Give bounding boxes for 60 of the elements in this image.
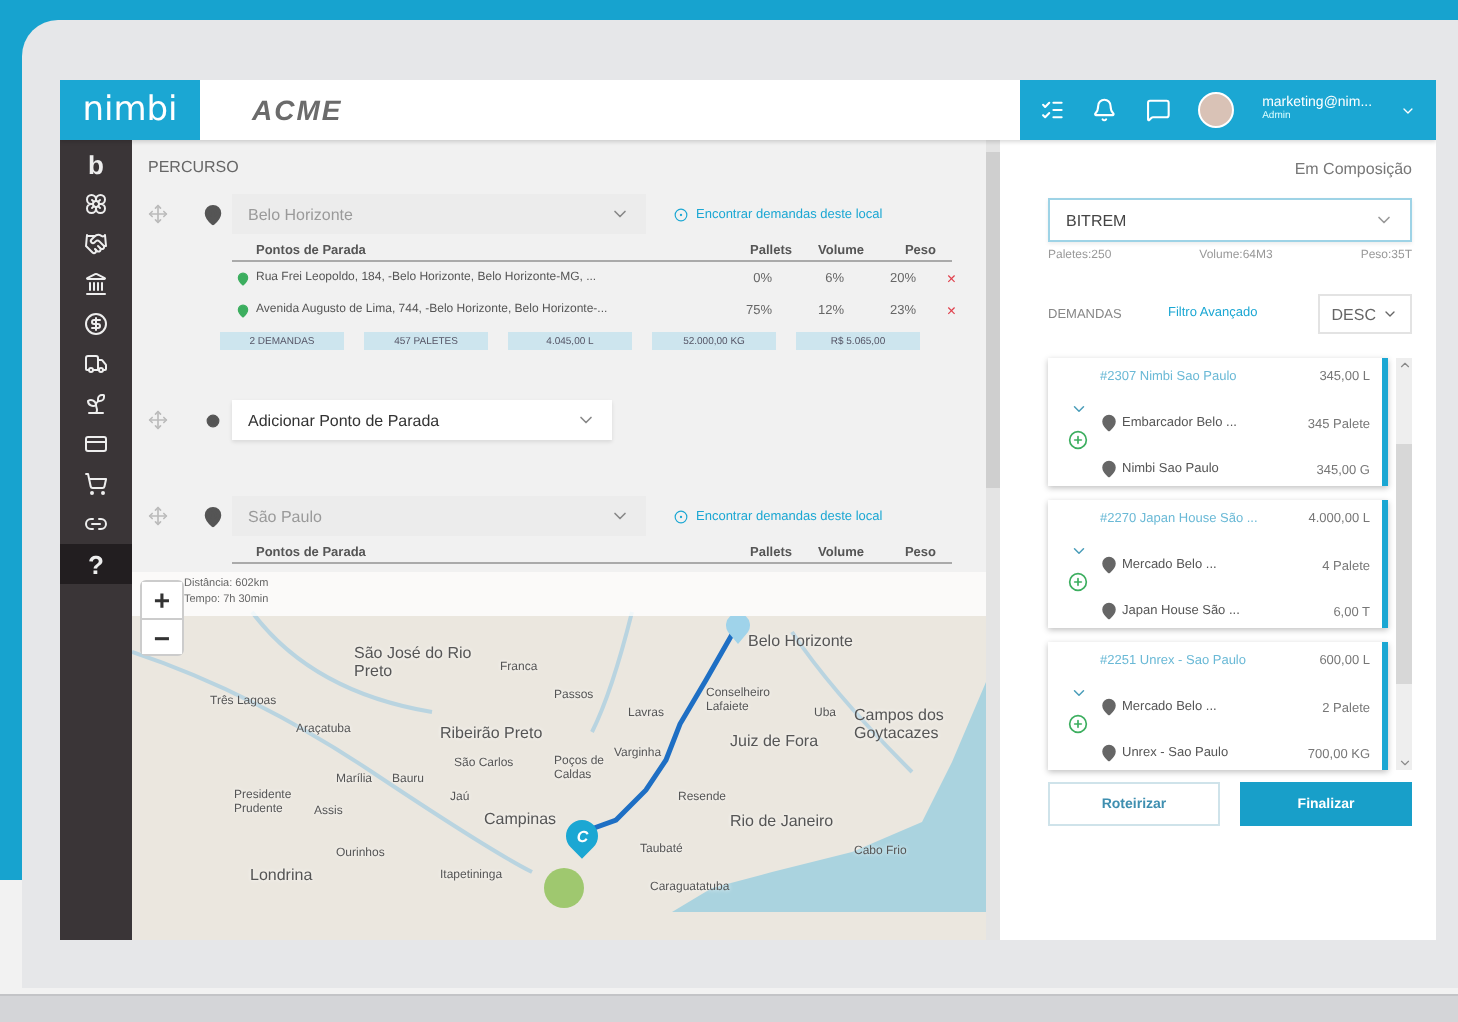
chevron-down-icon [1382, 306, 1398, 322]
map-place-label: Campos dos Goytacazes [854, 706, 946, 743]
avatar[interactable] [1198, 92, 1235, 128]
add-circle-icon[interactable] [1068, 713, 1088, 733]
remove-button[interactable]: × [916, 269, 956, 287]
status-label: Em Composição [1294, 160, 1412, 178]
zoom-out-button[interactable]: − [142, 618, 182, 654]
scrollbar[interactable] [1396, 358, 1412, 770]
map-pin-icon [1100, 697, 1118, 715]
map-pin-icon [1100, 602, 1118, 620]
map-pin-icon [236, 271, 250, 285]
map-place-label: Londrina [250, 866, 313, 885]
drag-handle-icon[interactable] [148, 204, 168, 224]
map-pin-icon [1100, 744, 1118, 762]
dollar-icon [84, 312, 108, 336]
map-place-label: São José do Rio Preto [354, 644, 474, 681]
target-icon [674, 509, 688, 523]
sidebar-item[interactable]: ? [60, 544, 132, 584]
map-place-label: Campinas [484, 810, 557, 829]
dot-icon [205, 413, 219, 427]
map-pin-icon [1100, 555, 1118, 573]
card-icon [84, 432, 108, 456]
flower-icon [84, 192, 108, 216]
sidebar-item[interactable]: b [60, 144, 132, 184]
target-icon [674, 207, 688, 221]
chevron-down-icon[interactable] [1397, 756, 1411, 770]
sort-select[interactable]: DESC [1317, 294, 1412, 334]
map-pin-icon [201, 203, 223, 225]
checklist-icon[interactable] [1040, 96, 1065, 124]
vehicle-select[interactable]: BITREM [1048, 198, 1412, 242]
bank-icon [84, 272, 108, 296]
remove-button[interactable]: × [916, 301, 956, 319]
scrollbar[interactable] [986, 140, 1000, 940]
bell-icon[interactable] [1092, 96, 1118, 124]
map-place-label: Juiz de Fora [730, 732, 819, 751]
company-name: ACME [252, 94, 343, 126]
map-pin-icon [1100, 413, 1118, 431]
drag-handle-icon[interactable] [148, 506, 168, 526]
city-select[interactable]: Belo Horizonte [232, 194, 646, 234]
map-pin-icon [236, 303, 250, 317]
map-pin-icon [201, 505, 223, 527]
add-circle-icon[interactable] [1068, 571, 1088, 591]
map-pin-icon[interactable] [724, 616, 752, 644]
map-pin-icon [1100, 460, 1118, 478]
handshake-icon [84, 232, 108, 256]
cart-icon [84, 472, 108, 496]
map-place-label: Ribeirão Preto [440, 724, 543, 743]
sprout-icon [84, 392, 108, 416]
chevron-up-icon[interactable] [1397, 358, 1411, 372]
section-title: PERCURSO [148, 158, 241, 176]
add-stop-select[interactable]: Adicionar Ponto de Parada [232, 400, 612, 440]
map-place-label: Rio de Janeiro [730, 812, 834, 831]
app-logo: nimbi [60, 80, 200, 140]
link-icon [84, 512, 108, 536]
truck-icon [84, 352, 108, 376]
city-select[interactable]: São Paulo [232, 496, 646, 536]
add-circle-icon[interactable] [1068, 429, 1088, 449]
chat-icon[interactable] [1145, 96, 1171, 124]
drag-handle-icon[interactable] [148, 410, 168, 430]
map-place-label: Belo Horizonte [748, 632, 853, 651]
